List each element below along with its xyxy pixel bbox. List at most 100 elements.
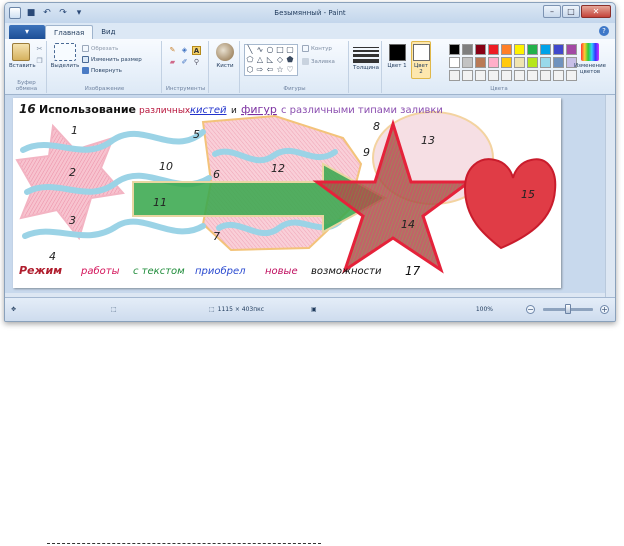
color-picker-icon[interactable]: ✐ bbox=[180, 58, 189, 67]
palette-swatch[interactable] bbox=[488, 70, 499, 81]
palette-swatch[interactable] bbox=[488, 57, 499, 68]
palette-swatch[interactable] bbox=[449, 44, 460, 55]
magnifier-icon[interactable]: ⚲ bbox=[192, 58, 201, 67]
footer-part-e: новые bbox=[265, 266, 298, 277]
diamond-shape-icon[interactable]: ◇ bbox=[275, 55, 285, 65]
palette-swatch[interactable] bbox=[540, 44, 551, 55]
cut-icon[interactable]: ✂ bbox=[35, 45, 44, 54]
vertical-scrollbar[interactable] bbox=[605, 95, 615, 299]
line-shape-icon[interactable]: ╲ bbox=[245, 45, 255, 55]
paste-button[interactable]: Вставить bbox=[9, 43, 36, 69]
rectangle-shape-icon[interactable]: □ bbox=[275, 45, 285, 55]
fill-bucket-icon[interactable]: ◈ bbox=[180, 46, 189, 55]
palette-swatch[interactable] bbox=[540, 70, 551, 81]
curve-shape-icon[interactable]: ∿ bbox=[255, 45, 265, 55]
hexagon-shape-icon[interactable]: ⬡ bbox=[245, 65, 255, 75]
text-tool-icon[interactable]: A bbox=[192, 46, 201, 55]
drawing-canvas[interactable]: 16 Использование различных кистей и фигу… bbox=[13, 98, 561, 288]
triangle-shape-icon[interactable]: △ bbox=[255, 55, 265, 65]
palette-swatch[interactable] bbox=[501, 57, 512, 68]
shapes-gallery: ╲ ∿ ○ □ ▢ ⬠ △ ◺ ◇ ⬟ ⬡ ⇨ ⇦ ☆ ♡ bbox=[244, 44, 298, 76]
save-icon[interactable]: ■ bbox=[25, 7, 37, 19]
zoom-out-button[interactable]: − bbox=[526, 305, 535, 314]
arrow-left-shape-icon[interactable]: ⇦ bbox=[265, 65, 275, 75]
palette-swatch[interactable] bbox=[462, 57, 473, 68]
palette-swatch[interactable] bbox=[540, 57, 551, 68]
palette-swatch[interactable] bbox=[514, 70, 525, 81]
zoom-slider[interactable] bbox=[543, 304, 593, 314]
tab-home[interactable]: Главная bbox=[45, 25, 94, 39]
palette-swatch[interactable] bbox=[553, 57, 564, 68]
paint-app-icon[interactable] bbox=[9, 7, 21, 19]
eraser-icon[interactable]: ▰ bbox=[168, 58, 177, 67]
rotate-icon bbox=[82, 67, 89, 74]
color2-button[interactable]: Цвет 2 bbox=[411, 41, 431, 79]
drawing-svg: 16 Использование различных кистей и фигу… bbox=[15, 102, 557, 278]
outline-button[interactable]: Контур bbox=[302, 45, 332, 52]
fill-label: Заливка bbox=[311, 58, 335, 65]
group-brushes: Кисти bbox=[210, 41, 240, 93]
label-15: 15 bbox=[521, 188, 535, 201]
customize-qat-icon[interactable]: ▾ bbox=[73, 7, 85, 19]
copy-icon[interactable]: ❐ bbox=[35, 57, 44, 66]
edit-colors-button[interactable]: Изменение цветов bbox=[573, 43, 607, 75]
arrow-right-shape-icon[interactable]: ⇨ bbox=[255, 65, 265, 75]
resize-icon bbox=[82, 56, 89, 63]
palette-swatch[interactable] bbox=[514, 57, 525, 68]
close-button[interactable]: ✕ bbox=[581, 5, 611, 18]
resize-button[interactable]: Изменить размер bbox=[82, 56, 142, 63]
palette-swatch[interactable] bbox=[527, 70, 538, 81]
palette-swatch[interactable] bbox=[488, 44, 499, 55]
group-clipboard: Вставить ✂ ❐ Буфер обмена bbox=[7, 41, 47, 93]
palette-swatch[interactable] bbox=[462, 70, 473, 81]
group-shapes: ╲ ∿ ○ □ ▢ ⬠ △ ◺ ◇ ⬟ ⬡ ⇨ ⇦ ☆ ♡ Контур Зал… bbox=[241, 41, 349, 93]
rounded-rect-shape-icon[interactable]: ▢ bbox=[285, 45, 295, 55]
maximize-button[interactable]: □ bbox=[562, 5, 580, 18]
palette-swatch[interactable] bbox=[553, 70, 564, 81]
palette-swatch[interactable] bbox=[514, 44, 525, 55]
palette-swatch[interactable] bbox=[527, 44, 538, 55]
palette-swatch[interactable] bbox=[462, 44, 473, 55]
zoom-slider-thumb[interactable] bbox=[565, 304, 571, 314]
palette-swatch[interactable] bbox=[449, 57, 460, 68]
color1-button[interactable]: Цвет 1 bbox=[387, 42, 407, 69]
fill-button[interactable]: Заливка bbox=[302, 58, 335, 65]
ribbon-tabs: ▾ Главная Вид ? bbox=[5, 23, 615, 39]
brush-icon bbox=[216, 43, 234, 61]
label-7: 7 bbox=[213, 230, 220, 243]
help-icon[interactable]: ? bbox=[599, 26, 609, 36]
pencil-icon[interactable]: ✎ bbox=[168, 46, 177, 55]
tab-view[interactable]: Вид bbox=[93, 25, 123, 39]
palette-swatch[interactable] bbox=[527, 57, 538, 68]
paint-menu-button[interactable]: ▾ bbox=[9, 25, 45, 39]
zoom-in-button[interactable]: + bbox=[600, 305, 609, 314]
palette-swatch[interactable] bbox=[475, 57, 486, 68]
heart-shape-icon[interactable]: ♡ bbox=[285, 65, 295, 75]
edit-colors-label: Изменение цветов bbox=[573, 63, 607, 75]
heading-part-d: и bbox=[231, 106, 237, 116]
label-11: 11 bbox=[153, 196, 167, 209]
size-button[interactable]: Толщина bbox=[353, 45, 379, 71]
rotate-button[interactable]: Повернуть bbox=[82, 67, 122, 74]
brushes-label: Кисти bbox=[216, 63, 234, 69]
right-triangle-shape-icon[interactable]: ◺ bbox=[265, 55, 275, 65]
label-2: 2 bbox=[69, 166, 76, 179]
palette-swatch[interactable] bbox=[501, 44, 512, 55]
palette-swatch[interactable] bbox=[449, 70, 460, 81]
redo-icon[interactable]: ↷ bbox=[57, 7, 69, 19]
heading-part-a: Использование bbox=[39, 103, 136, 116]
palette-swatch[interactable] bbox=[553, 44, 564, 55]
crop-button[interactable]: Обрезать bbox=[82, 45, 118, 52]
polygon-shape-icon[interactable]: ⬠ bbox=[245, 55, 255, 65]
palette-swatch[interactable] bbox=[475, 44, 486, 55]
title-bar: ■ ↶ ↷ ▾ Безымянный - Paint – □ ✕ bbox=[5, 3, 615, 23]
minimize-button[interactable]: – bbox=[543, 5, 561, 18]
palette-swatch[interactable] bbox=[475, 70, 486, 81]
undo-icon[interactable]: ↶ bbox=[41, 7, 53, 19]
oval-shape-icon[interactable]: ○ bbox=[265, 45, 275, 55]
star-shape-icon[interactable]: ☆ bbox=[275, 65, 285, 75]
brushes-button[interactable]: Кисти bbox=[213, 43, 237, 69]
select-button[interactable]: Выделить bbox=[50, 43, 80, 69]
pentagon-shape-icon[interactable]: ⬟ bbox=[285, 55, 295, 65]
palette-swatch[interactable] bbox=[501, 70, 512, 81]
